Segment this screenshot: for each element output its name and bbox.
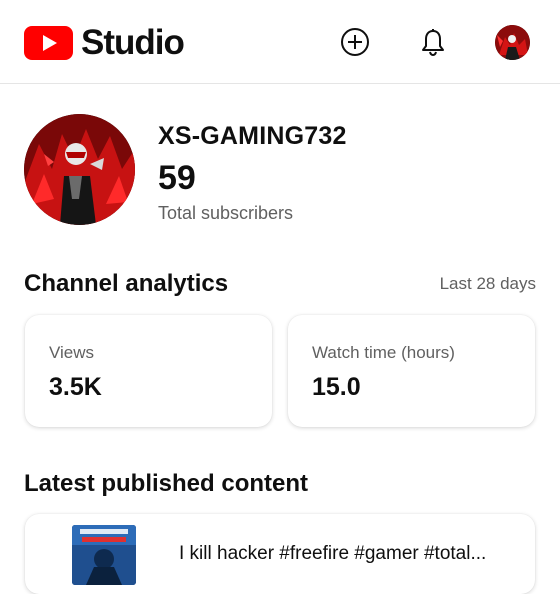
- channel-name: XS-GAMING732: [158, 122, 347, 150]
- add-circle-icon: [341, 28, 369, 56]
- channel-analytics-title: Channel analytics: [24, 270, 229, 297]
- bell-icon: [422, 29, 444, 57]
- watch-time-value: 15.0: [312, 373, 361, 401]
- subscriber-label: Total subscribers: [158, 203, 294, 223]
- create-button[interactable]: [340, 27, 370, 57]
- analytics-period-label: Last 28 days: [439, 274, 536, 293]
- views-card[interactable]: Views 3.5K: [25, 315, 272, 427]
- video-thumbnail-image: [72, 525, 136, 585]
- watch-time-label: Watch time (hours): [312, 343, 455, 362]
- notifications-button[interactable]: [418, 27, 448, 57]
- account-avatar-image: [495, 25, 530, 60]
- video-title: I kill hacker #freefire #gamer #total...: [179, 543, 487, 564]
- latest-video-card[interactable]: I kill hacker #freefire #gamer #total...: [25, 514, 535, 594]
- channel-avatar-image: [24, 114, 135, 225]
- views-value: 3.5K: [49, 373, 102, 401]
- views-label: Views: [49, 343, 95, 362]
- youtube-play-logo-icon: [24, 26, 73, 60]
- subscriber-count: 59: [158, 159, 196, 197]
- latest-content-title: Latest published content: [24, 470, 309, 497]
- studio-wordmark: Studio: [81, 23, 185, 62]
- youtube-studio-logo[interactable]: Studio: [24, 23, 185, 62]
- channel-summary: XS-GAMING732 59 Total subscribers: [24, 114, 536, 228]
- account-avatar-button[interactable]: [495, 25, 530, 60]
- watch-time-card[interactable]: Watch time (hours) 15.0: [288, 315, 535, 427]
- app-header: Studio: [0, 0, 560, 84]
- channel-avatar[interactable]: [24, 114, 135, 225]
- video-thumbnail[interactable]: [72, 525, 136, 585]
